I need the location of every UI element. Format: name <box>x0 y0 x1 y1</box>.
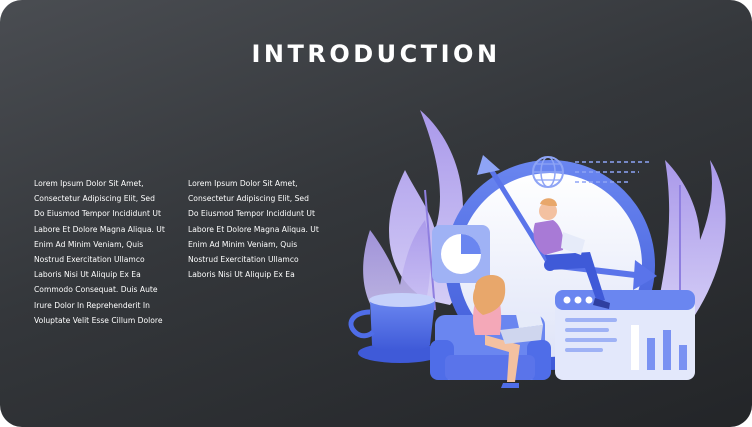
coffee-cup-icon <box>348 293 442 363</box>
text-line: Do Eiusmod Tempor Incididunt Ut <box>188 209 315 219</box>
text-line: Labore Et Dolore Magna Aliqua. Ut <box>188 224 319 234</box>
text-line: Lorem Ipsum Dolor Sit Amet, <box>188 179 298 188</box>
text-line: Nostrud Exercitation Ullamco <box>34 254 145 264</box>
pie-chart-icon <box>432 225 490 283</box>
dashboard-panel-icon <box>555 290 695 380</box>
text-line: Enim Ad Minim Veniam, Quis <box>188 239 298 249</box>
text-line: Enim Ad Minim Veniam, Quis <box>34 239 144 249</box>
text-line: Nostrud Exercitation Ullamco <box>188 254 299 264</box>
text-line: Consectetur Adipiscing Elit, Sed <box>188 194 309 204</box>
text-line: Labore Et Dolore Magna Aliqua. Ut <box>34 224 165 234</box>
text-line: Voluptate Velit Esse Cillum Dolore <box>34 315 163 325</box>
text-line: Laboris Nisi Ut Aliquip Ex Ea <box>34 270 141 280</box>
text-line: Laboris Nisi Ut Aliquip Ex Ea <box>188 270 295 280</box>
slide-title: INTRODUCTION <box>251 40 501 68</box>
text-line: Commodo Consequat. Duis Aute <box>34 285 158 295</box>
text-line: Do Eiusmod Tempor Incididunt Ut <box>34 209 161 219</box>
text-line: Irure Dolor In Reprehenderit In <box>34 300 150 310</box>
text-column-right: Lorem Ipsum Dolor Sit Amet, Consectetur … <box>188 176 319 282</box>
text-line: Lorem Ipsum Dolor Sit Amet, <box>34 179 144 188</box>
text-column-left: Lorem Ipsum Dolor Sit Amet, Consectetur … <box>34 176 165 328</box>
text-line: Consectetur Adipiscing Elit, Sed <box>34 194 155 204</box>
slide: INTRODUCTION Lorem Ipsum Dolor Sit Amet,… <box>0 0 752 427</box>
clock-illustration <box>348 110 726 388</box>
